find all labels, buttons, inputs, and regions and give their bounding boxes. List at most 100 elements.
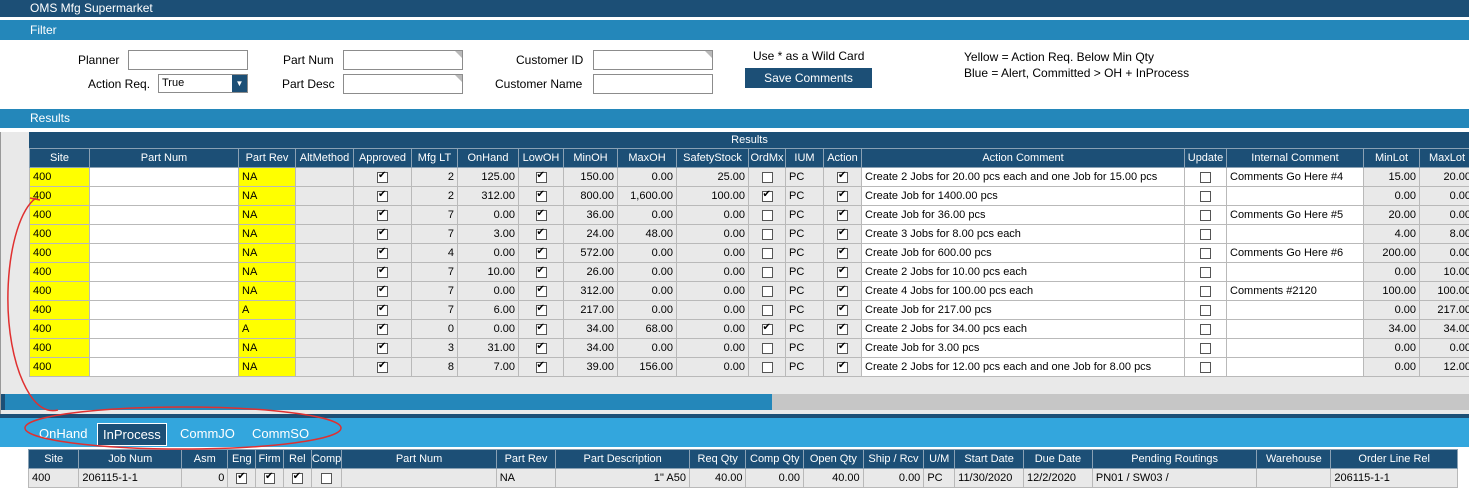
column-header[interactable]: SafetyStock (677, 149, 749, 168)
internal-comment-cell[interactable]: Comments Go Here #4 (1227, 168, 1364, 187)
update-checkbox[interactable] (1200, 172, 1211, 183)
internal-comment-cell[interactable]: Comments Go Here #5 (1227, 206, 1364, 225)
column-header[interactable]: MaxLot (1420, 149, 1469, 168)
update-checkbox[interactable] (1200, 191, 1211, 202)
low-oh-checkbox[interactable] (536, 267, 547, 278)
update-checkbox[interactable] (1200, 229, 1211, 240)
part-desc-input[interactable] (343, 74, 463, 94)
action-checkbox[interactable] (837, 248, 848, 259)
column-header[interactable]: Asm (182, 450, 228, 469)
column-header[interactable]: Comp (311, 450, 342, 469)
column-header[interactable]: Rel (283, 450, 311, 469)
approved-checkbox[interactable] (377, 229, 388, 240)
column-header[interactable]: OrdMx (749, 149, 786, 168)
customer-id-input[interactable] (593, 50, 713, 70)
ord-mx-checkbox[interactable] (762, 267, 773, 278)
column-header[interactable]: Due Date (1024, 450, 1093, 469)
update-checkbox[interactable] (1200, 248, 1211, 259)
table-row[interactable]: 400NA87.0039.00156.000.00PCCreate 2 Jobs… (30, 358, 1469, 377)
column-header[interactable]: Ship / Rcv (863, 450, 924, 469)
column-header[interactable]: MinLot (1364, 149, 1420, 168)
action-checkbox[interactable] (837, 362, 848, 373)
table-row[interactable]: 400NA70.0036.000.000.00PCCreate Job for … (30, 206, 1469, 225)
ord-mx-checkbox[interactable] (762, 172, 773, 183)
ord-mx-checkbox[interactable] (762, 229, 773, 240)
action-checkbox[interactable] (837, 210, 848, 221)
approved-checkbox[interactable] (377, 362, 388, 373)
ord-mx-checkbox[interactable] (762, 191, 773, 202)
column-header[interactable]: Part Num (90, 149, 239, 168)
column-header[interactable]: Action Comment (862, 149, 1185, 168)
tab-commjo[interactable]: CommJO (175, 423, 240, 446)
column-header[interactable]: Site (29, 450, 79, 469)
column-header[interactable]: U/M (924, 450, 955, 469)
column-header[interactable]: Internal Comment (1227, 149, 1364, 168)
approved-checkbox[interactable] (377, 286, 388, 297)
column-header[interactable]: Warehouse (1257, 450, 1331, 469)
firm-checkbox[interactable] (264, 473, 275, 484)
update-checkbox[interactable] (1200, 267, 1211, 278)
internal-comment-cell[interactable] (1227, 320, 1364, 339)
comp-checkbox[interactable] (321, 473, 332, 484)
customer-name-input[interactable] (593, 74, 713, 94)
column-header[interactable]: LowOH (519, 149, 564, 168)
approved-checkbox[interactable] (377, 343, 388, 354)
table-row[interactable]: 400NA710.0026.000.000.00PCCreate 2 Jobs … (30, 263, 1469, 282)
action-checkbox[interactable] (837, 191, 848, 202)
approved-checkbox[interactable] (377, 210, 388, 221)
table-row[interactable]: 400NA40.00572.000.000.00PCCreate Job for… (30, 244, 1469, 263)
column-header[interactable]: Firm (256, 450, 284, 469)
approved-checkbox[interactable] (377, 267, 388, 278)
column-header[interactable]: Site (30, 149, 90, 168)
column-header[interactable]: Job Num (79, 450, 182, 469)
tab-onhand[interactable]: OnHand (34, 423, 92, 446)
low-oh-checkbox[interactable] (536, 362, 547, 373)
internal-comment-cell[interactable] (1227, 358, 1364, 377)
column-header[interactable]: Part Description (556, 450, 690, 469)
horizontal-scrollbar[interactable] (1, 394, 1469, 410)
column-header[interactable]: Pending Routings (1092, 450, 1256, 469)
column-header[interactable]: Start Date (955, 450, 1024, 469)
low-oh-checkbox[interactable] (536, 286, 547, 297)
action-checkbox[interactable] (837, 267, 848, 278)
scrollbar-thumb[interactable] (5, 394, 772, 410)
column-header[interactable]: Action (824, 149, 862, 168)
approved-checkbox[interactable] (377, 305, 388, 316)
low-oh-checkbox[interactable] (536, 343, 547, 354)
ord-mx-checkbox[interactable] (762, 286, 773, 297)
low-oh-checkbox[interactable] (536, 172, 547, 183)
update-checkbox[interactable] (1200, 324, 1211, 335)
internal-comment-cell[interactable]: Comments Go Here #6 (1227, 244, 1364, 263)
table-row[interactable]: 400206115-1-10NA1" A5040.000.0040.000.00… (29, 469, 1458, 488)
internal-comment-cell[interactable] (1227, 339, 1364, 358)
column-header[interactable]: MaxOH (618, 149, 677, 168)
action-checkbox[interactable] (837, 172, 848, 183)
ord-mx-checkbox[interactable] (762, 362, 773, 373)
low-oh-checkbox[interactable] (536, 324, 547, 335)
planner-input[interactable] (128, 50, 248, 70)
column-header[interactable]: IUM (786, 149, 824, 168)
action-checkbox[interactable] (837, 229, 848, 240)
column-header[interactable]: Open Qty (804, 450, 864, 469)
action-req-select[interactable]: True ▼ (158, 74, 248, 93)
ord-mx-checkbox[interactable] (762, 305, 773, 316)
column-header[interactable]: OnHand (458, 149, 519, 168)
action-checkbox[interactable] (837, 305, 848, 316)
approved-checkbox[interactable] (377, 172, 388, 183)
update-checkbox[interactable] (1200, 286, 1211, 297)
approved-checkbox[interactable] (377, 324, 388, 335)
ord-mx-checkbox[interactable] (762, 248, 773, 259)
action-checkbox[interactable] (837, 343, 848, 354)
column-header[interactable]: Part Num (342, 450, 496, 469)
internal-comment-cell[interactable] (1227, 301, 1364, 320)
internal-comment-cell[interactable] (1227, 263, 1364, 282)
table-row[interactable]: 400A76.00217.000.000.00PCCreate Job for … (30, 301, 1469, 320)
column-header[interactable]: Part Rev (496, 450, 556, 469)
column-header[interactable]: Eng (228, 450, 256, 469)
save-comments-button[interactable]: Save Comments (745, 68, 872, 88)
eng-checkbox[interactable] (236, 473, 247, 484)
low-oh-checkbox[interactable] (536, 210, 547, 221)
rel-checkbox[interactable] (292, 473, 303, 484)
tab-commso[interactable]: CommSO (247, 423, 314, 446)
table-row[interactable]: 400NA70.00312.000.000.00PCCreate 4 Jobs … (30, 282, 1469, 301)
